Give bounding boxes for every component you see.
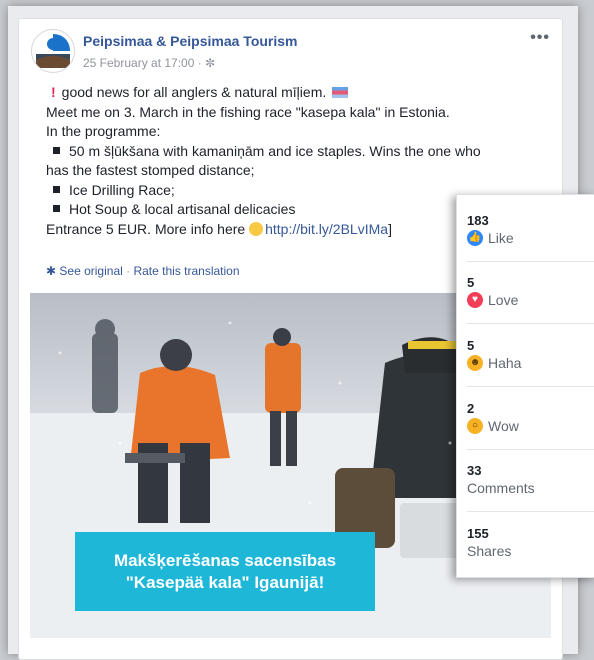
text-line: 50 m šļūkšana with kamaniņām and ice sta… (69, 142, 481, 159)
wow-count: 2 (467, 401, 475, 416)
wow-label: Wow (488, 418, 519, 434)
like-label: Like (488, 230, 514, 246)
smirk-emoji-icon (249, 221, 264, 236)
laughing-face-icon: ☻ (467, 355, 483, 371)
divider (467, 449, 594, 450)
heart-icon: ♥ (467, 292, 483, 308)
photo-caption-banner: Makšķerēšanas sacensības "Kasepää kala" … (75, 532, 375, 611)
bullet-icon (53, 146, 60, 154)
shares-count: 155 (467, 526, 489, 541)
haha-count: 5 (467, 338, 475, 353)
rate-translation-link[interactable]: Rate this translation (133, 264, 239, 278)
separator: · (126, 264, 131, 278)
divider (467, 323, 594, 324)
comments-label: Comments (467, 480, 535, 496)
text-line: good news for all anglers & natural mīļi… (61, 84, 327, 100)
text-line: In the programme: (46, 123, 161, 139)
page-name-link[interactable]: Peipsimaa & Peipsimaa Tourism (83, 33, 298, 49)
text-line: Hot Soup & local artisanal delicacies (69, 201, 296, 217)
banner-line-1: Makšķerēšanas sacensības (113, 550, 337, 570)
surprised-face-icon: ○ (467, 418, 483, 434)
like-count: 183 (467, 213, 489, 228)
reactions-summary-panel: 183 👍 Like 5 ♥ Love 5 ☻ Haha 2 ○ Wow 33 Comm… (456, 194, 594, 578)
text-line: has the fastest stomped distance; (46, 162, 255, 178)
post-meta: 25 February at 17:00 · ✼ (83, 56, 216, 70)
reaction-wow[interactable]: 2 ○ Wow (467, 401, 587, 435)
comments-count: 33 (467, 463, 482, 478)
divider (467, 386, 594, 387)
shares-count-item[interactable]: 155 Shares (467, 526, 587, 560)
comments-count-item[interactable]: 33 Comments (467, 463, 587, 497)
page-avatar[interactable] (31, 29, 75, 73)
see-original-link[interactable]: See original (59, 264, 122, 278)
globe-icon: ✼ (205, 56, 216, 70)
bullet-icon (53, 185, 60, 193)
bullet-icon (53, 205, 60, 212)
reaction-like[interactable]: 183 👍 Like (467, 213, 587, 247)
haha-label: Haha (488, 355, 522, 371)
love-count: 5 (467, 275, 475, 290)
exclamation-icon: ! (51, 84, 56, 100)
gear-icon: ✱ (46, 264, 57, 278)
love-label: Love (488, 292, 519, 308)
reaction-haha[interactable]: 5 ☻ Haha (467, 338, 587, 372)
text-line: Ice Drilling Race; (69, 181, 175, 198)
flag-icon (332, 87, 349, 98)
shares-label: Shares (467, 543, 512, 559)
post-date[interactable]: 25 February at 17:00 (83, 56, 194, 70)
divider (467, 511, 594, 512)
more-options-icon[interactable]: ••• (530, 29, 550, 47)
info-link[interactable]: http://bit.ly/2BLvIMa (265, 221, 388, 237)
banner-line-2: "Kasepää kala" Igaunijā! (125, 572, 325, 592)
thumbs-up-icon: 👍 (467, 230, 483, 246)
divider (467, 261, 594, 262)
text-line: Meet me on 3. March in the fishing race … (46, 103, 450, 120)
reaction-love[interactable]: 5 ♥ Love (467, 275, 587, 309)
text-line: Entrance 5 EUR. More info here (46, 220, 246, 237)
text-line: ] (388, 220, 392, 237)
translation-bar: ✱ See original · Rate this translation (46, 264, 240, 278)
